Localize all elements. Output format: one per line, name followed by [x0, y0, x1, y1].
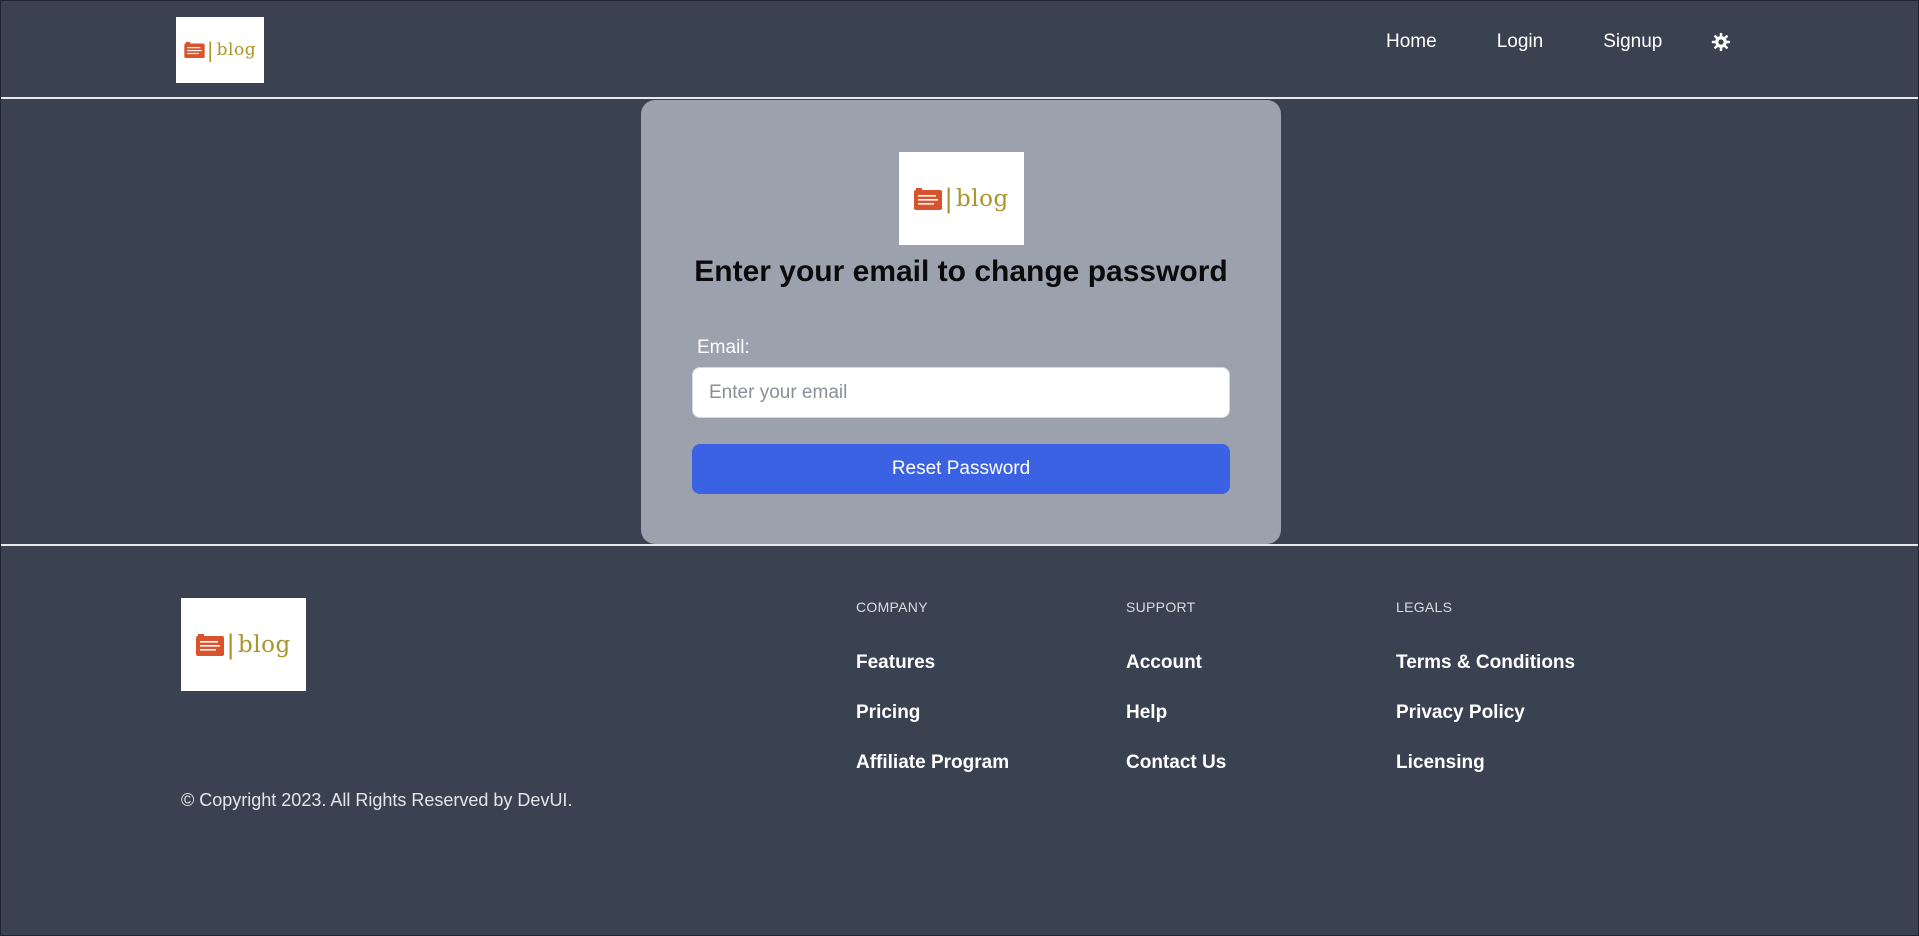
footer-column-company: COMPANY Features Pricing Affiliate Progr…	[856, 599, 1009, 802]
footer-link-contact-us[interactable]: Contact Us	[1126, 752, 1226, 802]
footer-column-support: SUPPORT Account Help Contact Us	[1126, 599, 1226, 802]
reset-form: Email: Reset Password	[641, 1, 1281, 544]
logo-separator: |	[206, 38, 214, 62]
nav-login-link[interactable]: Login	[1497, 31, 1544, 53]
copyright-text: © Copyright 2023. All Rights Reserved by…	[181, 790, 573, 810]
logo-inner: | blog	[196, 630, 290, 660]
footer-column-legals: LEGALS Terms & Conditions Privacy Policy…	[1396, 599, 1575, 802]
main-nav: Home Login Signup	[1386, 31, 1732, 53]
footer-logo[interactable]: | blog	[181, 598, 306, 691]
nav-signup-link[interactable]: Signup	[1603, 31, 1662, 53]
page: | blog Home Login Signup | blog Enter yo…	[0, 0, 1919, 936]
logo-text: blog	[238, 631, 291, 658]
newspaper-icon	[196, 633, 225, 656]
section-divider	[1, 544, 1918, 546]
nav-home-link[interactable]: Home	[1386, 31, 1437, 53]
footer-link-terms-conditions[interactable]: Terms & Conditions	[1396, 652, 1575, 702]
footer-link-help[interactable]: Help	[1126, 702, 1226, 752]
sun-gear-icon	[1712, 32, 1731, 52]
logo-inner: | blog	[184, 38, 256, 62]
newspaper-icon	[184, 42, 205, 58]
reset-password-button[interactable]: Reset Password	[692, 444, 1230, 494]
logo-text: blog	[216, 40, 257, 60]
email-label: Email:	[697, 337, 750, 358]
header-logo[interactable]: | blog	[176, 17, 264, 83]
footer-link-privacy-policy[interactable]: Privacy Policy	[1396, 702, 1575, 752]
footer-link-account[interactable]: Account	[1126, 652, 1226, 702]
footer-heading-company: COMPANY	[856, 599, 928, 615]
footer-link-licensing[interactable]: Licensing	[1396, 752, 1575, 802]
theme-toggle-button[interactable]	[1710, 31, 1732, 53]
footer-link-affiliate-program[interactable]: Affiliate Program	[856, 752, 1009, 802]
footer-heading-support: SUPPORT	[1126, 599, 1196, 615]
footer-link-pricing[interactable]: Pricing	[856, 702, 1009, 752]
email-input[interactable]	[692, 367, 1230, 418]
footer-heading-legals: LEGALS	[1396, 599, 1453, 615]
footer-link-features[interactable]: Features	[856, 652, 1009, 702]
logo-separator: |	[226, 629, 236, 660]
